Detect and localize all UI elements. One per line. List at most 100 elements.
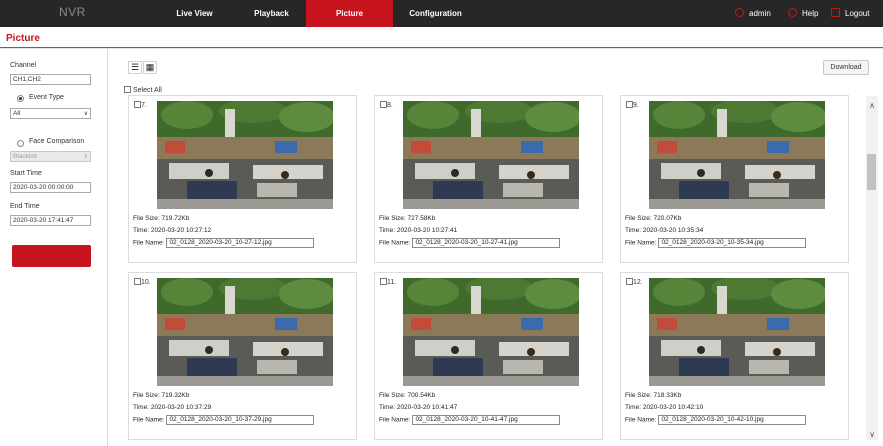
snapshot-thumbnail[interactable] [157, 278, 333, 386]
logout-link[interactable]: Logout [831, 0, 869, 27]
time-label: Time: [379, 404, 396, 411]
help-icon [788, 8, 797, 17]
start-time-field[interactable]: 2020-03-20 00:00:00 [10, 182, 91, 193]
file-size: File Size: 700.54Kb [379, 392, 435, 399]
list-view-icon[interactable]: ☰ [128, 61, 142, 74]
picture-card[interactable]: 11. File Size: 700.54Kb Time: 2020-03-20 1… [374, 272, 603, 440]
card-checkbox[interactable] [626, 101, 633, 108]
file-size: File Size: 720.07Kb [625, 215, 681, 222]
file-name: File Name: 02_0128_2020-03-20_10-27-12.jp… [133, 238, 315, 248]
card-select[interactable]: 12. [626, 278, 643, 286]
card-select[interactable]: 9. [626, 101, 639, 109]
scrollbar-thumb[interactable] [867, 154, 876, 190]
time-value: 2020-03-20 10:37:29 [150, 404, 212, 411]
nav-picture[interactable]: Picture [306, 0, 393, 27]
scroll-up-icon[interactable]: ∧ [867, 101, 877, 110]
card-select[interactable]: 10. [134, 278, 151, 286]
file-size-label: File Size: [625, 215, 652, 222]
picture-card[interactable]: 12. File Size: 718.33Kb Time: 2020-03-20 1… [620, 272, 849, 440]
capture-time: Time: 2020-03-20 10:42:10 [625, 404, 703, 411]
snapshot-thumbnail[interactable] [649, 278, 825, 386]
select-all-label: Select All [132, 87, 162, 94]
event-type-label: Event Type [29, 94, 64, 101]
file-name-field[interactable]: 02_0128_2020-03-20_10-42-10.jpg [658, 415, 807, 425]
card-select[interactable]: 11. [380, 278, 396, 286]
time-value: 2020-03-20 10:42:10 [642, 404, 704, 411]
time-value: 2020-03-20 10:35:34 [642, 227, 704, 234]
time-label: Time: [625, 404, 642, 411]
select-all-checkbox[interactable] [124, 86, 131, 93]
card-checkbox[interactable] [134, 101, 141, 108]
capture-time: Time: 2020-03-20 10:27:12 [133, 227, 211, 234]
time-label: Time: [133, 404, 150, 411]
capture-time: Time: 2020-03-20 10:41:47 [379, 404, 457, 411]
file-name-field[interactable]: 02_0128_2020-03-20_10-41-47.jpg [412, 415, 561, 425]
title-divider-shadow [0, 48, 883, 49]
scroll-down-icon[interactable]: ∨ [867, 430, 877, 439]
snapshot-thumbnail[interactable] [403, 101, 579, 209]
channel-field[interactable]: CH1,CH2 [10, 74, 91, 85]
card-checkbox[interactable] [134, 278, 141, 285]
picture-card[interactable]: 8. File Size: 727.58Kb Time: 2020-03-20 10… [374, 95, 603, 263]
nav-live-view[interactable]: Live View [151, 0, 238, 27]
card-index: 12. [633, 279, 643, 286]
select-all[interactable]: Select All [124, 86, 162, 94]
card-select[interactable]: 7. [134, 101, 147, 109]
time-value: 2020-03-20 10:41:47 [396, 404, 458, 411]
file-size-value: 718.33Kb [653, 392, 682, 399]
scrollbar-track[interactable] [866, 96, 878, 440]
file-size-value: 719.72Kb [161, 215, 190, 222]
capture-time: Time: 2020-03-20 10:37:29 [133, 404, 211, 411]
file-name-label: File Name: [625, 416, 657, 424]
picture-card[interactable]: 7. File Size: 719.72Kb Time: 2020-03-20 10… [128, 95, 357, 263]
search-button[interactable] [12, 245, 91, 267]
file-name-field[interactable]: 02_0128_2020-03-20_10-27-12.jpg [166, 238, 315, 248]
file-size-label: File Size: [133, 215, 160, 222]
time-label: Time: [379, 227, 396, 234]
file-size-value: 719.32Kb [161, 392, 190, 399]
face-comparison-label: Face Comparison [29, 138, 85, 145]
face-comparison-radio[interactable] [17, 140, 24, 147]
snapshot-thumbnail[interactable] [157, 101, 333, 209]
user-menu[interactable]: admin [735, 0, 771, 27]
face-list-select[interactable]: Blacklist ∨ [10, 151, 91, 162]
download-button[interactable]: Download [823, 60, 869, 75]
brand-logo: NVR [59, 5, 86, 19]
event-type-value: All [13, 110, 21, 117]
capture-time: Time: 2020-03-20 10:35:34 [625, 227, 703, 234]
logout-icon [831, 8, 840, 17]
start-time-label: Start Time [10, 170, 42, 177]
file-size-label: File Size: [625, 392, 652, 399]
help-link[interactable]: Help [788, 0, 818, 27]
card-checkbox[interactable] [380, 101, 387, 108]
event-type-select[interactable]: All ∨ [10, 108, 91, 119]
snapshot-thumbnail[interactable] [403, 278, 579, 386]
capture-time: Time: 2020-03-20 10:27:41 [379, 227, 457, 234]
snapshot-thumbnail[interactable] [649, 101, 825, 209]
file-name-field[interactable]: 02_0128_2020-03-20_10-35-34.jpg [658, 238, 807, 248]
user-name: admin [749, 9, 771, 18]
file-name-field[interactable]: 02_0128_2020-03-20_10-27-41.jpg [412, 238, 561, 248]
card-checkbox[interactable] [626, 278, 633, 285]
grid-view-icon[interactable]: ▦ [143, 61, 157, 74]
picture-card[interactable]: 10. File Size: 719.32Kb Time: 2020-03-20 1… [128, 272, 357, 440]
end-time-field[interactable]: 2020-03-20 17:41:47 [10, 215, 91, 226]
picture-card[interactable]: 9. File Size: 720.07Kb Time: 2020-03-20 10… [620, 95, 849, 263]
end-time-label: End Time [10, 203, 40, 210]
file-name-label: File Name: [379, 416, 411, 424]
file-size: File Size: 718.33Kb [625, 392, 681, 399]
card-index: 9. [633, 102, 639, 109]
file-size: File Size: 719.32Kb [133, 392, 189, 399]
card-checkbox[interactable] [380, 278, 387, 285]
nav-playback[interactable]: Playback [228, 0, 315, 27]
file-size-value: 700.54Kb [407, 392, 436, 399]
logout-label: Logout [845, 9, 870, 18]
event-type-radio[interactable] [17, 95, 24, 102]
nav-configuration[interactable]: Configuration [392, 0, 479, 27]
card-select[interactable]: 8. [380, 101, 393, 109]
card-index: 8. [387, 102, 393, 109]
file-name-field[interactable]: 02_0128_2020-03-20_10-37-29.jpg [166, 415, 315, 425]
card-index: 10. [141, 279, 151, 286]
file-size-value: 720.07Kb [653, 215, 682, 222]
file-size-label: File Size: [133, 392, 160, 399]
